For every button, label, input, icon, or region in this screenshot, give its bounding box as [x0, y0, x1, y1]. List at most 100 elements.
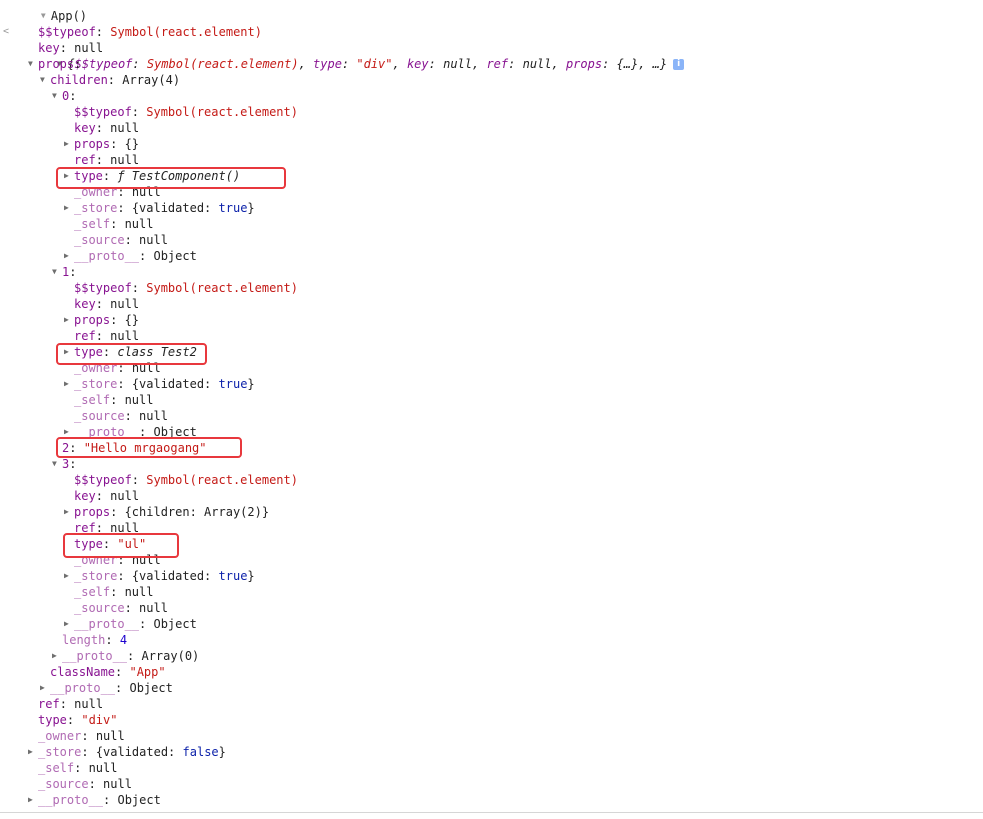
property-value: {}: [124, 313, 140, 327]
property-key: _store: [38, 745, 82, 759]
chevron-down-icon[interactable]: ▼: [52, 88, 62, 104]
tree-row: ref: null: [74, 329, 140, 343]
property-key: _self: [74, 217, 111, 231]
property-value: null: [95, 729, 125, 743]
tree-row[interactable]: ▶ __proto__: Array(0): [52, 648, 199, 664]
property-value: }: [247, 201, 255, 215]
chevron-down-icon[interactable]: ▼: [52, 456, 62, 472]
tree-row: _owner: null: [38, 729, 125, 743]
chevron-right-icon[interactable]: ▶: [64, 248, 74, 264]
tree-row[interactable]: ▼ 1:: [52, 264, 84, 280]
property-value: null: [74, 41, 104, 55]
property-value: null: [110, 329, 140, 343]
property-value: null: [103, 777, 132, 791]
property-value: Symbol(react.element): [146, 105, 298, 119]
property-value: {validated:: [131, 569, 219, 583]
tree-row: length: 4: [62, 633, 128, 647]
chevron-down-icon[interactable]: ▼: [40, 72, 50, 88]
chevron-right-icon[interactable]: ▶: [64, 568, 74, 584]
property-key: type: [38, 713, 67, 727]
property-value: null: [110, 121, 140, 135]
object-summary-row[interactable]: < ▼ {$$typeof: Symbol(react.element), typ…: [0, 8, 983, 71]
devtools-console-output: ▼ App() < ▼ {$$typeof: Symbol(react.elemen…: [0, 0, 983, 812]
property-key: children: [50, 73, 108, 87]
property-value: null: [139, 601, 168, 615]
property-key: _source: [74, 601, 125, 615]
tree-row: _source: null: [38, 777, 132, 791]
chevron-right-icon[interactable]: ▶: [28, 792, 38, 808]
tree-row[interactable]: ▼ 0:: [52, 88, 84, 104]
tree-row: key: null: [74, 121, 140, 135]
chevron-right-icon[interactable]: ▶: [64, 200, 74, 216]
property-value: }: [247, 569, 255, 583]
tree-row[interactable]: ▶ __proto__: Object: [40, 680, 173, 696]
property-key: $$typeof: [38, 25, 96, 39]
property-value: Array(0): [141, 649, 200, 663]
tree-row[interactable]: ▼ props:: [28, 56, 89, 72]
property-value: Object: [153, 617, 197, 631]
property-key: _self: [38, 761, 75, 775]
tree-row: ref: null: [38, 697, 104, 711]
property-value: null: [74, 697, 104, 711]
chevron-right-icon[interactable]: ▶: [64, 376, 74, 392]
tree-row[interactable]: ▶ _store: {validated: true}: [64, 200, 255, 216]
property-key: props: [74, 137, 111, 151]
chevron-down-icon[interactable]: ▼: [28, 56, 38, 72]
property-key: className: [50, 665, 116, 679]
tree-row: ref: null: [74, 153, 140, 167]
property-key: _store: [74, 377, 118, 391]
tree-row[interactable]: ▼ children: Array(4): [40, 72, 180, 88]
property-value: Symbol(react.element): [146, 473, 298, 487]
property-value: {}: [124, 137, 140, 151]
tree-row[interactable]: ▶ _store: {validated: true}: [64, 376, 255, 392]
property-key: key: [74, 489, 96, 503]
property-key: _owner: [38, 729, 82, 743]
property-key: ref: [74, 153, 96, 167]
tree-row[interactable]: ▶ props: {}: [64, 312, 139, 328]
property-key: $$typeof: [74, 281, 132, 295]
tree-row[interactable]: ▶ __proto__: Object: [64, 616, 197, 632]
chevron-right-icon[interactable]: ▶: [64, 504, 74, 520]
property-key: ref: [38, 697, 60, 711]
chevron-right-icon[interactable]: ▶: [28, 744, 38, 760]
tree-row: $$typeof: Symbol(react.element): [74, 281, 298, 295]
tree-row[interactable]: ▶ _store: {validated: false}: [28, 744, 226, 760]
property-key: props: [74, 505, 111, 519]
chevron-right-icon[interactable]: ▶: [64, 616, 74, 632]
property-key: __proto__: [38, 793, 104, 807]
chevron-right-icon[interactable]: ▶: [64, 136, 74, 152]
property-value: null: [110, 153, 140, 167]
property-key: key: [74, 121, 96, 135]
console-log-header: ▼ App(): [12, 0, 87, 23]
info-icon[interactable]: i: [673, 59, 685, 70]
chevron-right-icon[interactable]: ▶: [52, 648, 62, 664]
tree-row[interactable]: ▼ 3:: [52, 456, 84, 472]
property-value: Object: [129, 681, 173, 695]
property-value: null: [139, 409, 168, 423]
chevron-right-icon[interactable]: ▶: [40, 680, 50, 696]
property-value: {validated:: [131, 201, 219, 215]
tree-row: key: null: [74, 489, 140, 503]
property-key: _self: [74, 585, 111, 599]
chevron-down-icon[interactable]: ▼: [52, 264, 62, 280]
tree-row[interactable]: ▶ props: {children: Array(2)}: [64, 504, 269, 520]
tree-row[interactable]: ▶ __proto__: Object: [28, 792, 161, 808]
chevron-right-icon[interactable]: ▶: [64, 312, 74, 328]
property-value: null: [124, 585, 154, 599]
property-value: Object: [153, 249, 197, 263]
property-value: true: [218, 569, 248, 583]
property-value: null: [110, 489, 140, 503]
tree-row: _self: null: [38, 761, 118, 775]
tree-row: _self: null: [74, 217, 154, 231]
tree-row[interactable]: ▶ _store: {validated: true}: [64, 568, 255, 584]
property-key: _source: [74, 233, 125, 247]
tree-row[interactable]: ▶ __proto__: Object: [64, 248, 197, 264]
tree-row[interactable]: ▶ props: {}: [64, 136, 139, 152]
property-value: true: [218, 377, 248, 391]
highlight-box-type-testcomponent: [56, 167, 286, 189]
property-value: 4: [119, 633, 128, 647]
property-value: null: [88, 761, 118, 775]
property-value: null: [110, 297, 140, 311]
property-value: {validated:: [95, 745, 183, 759]
property-key: props: [38, 57, 75, 71]
